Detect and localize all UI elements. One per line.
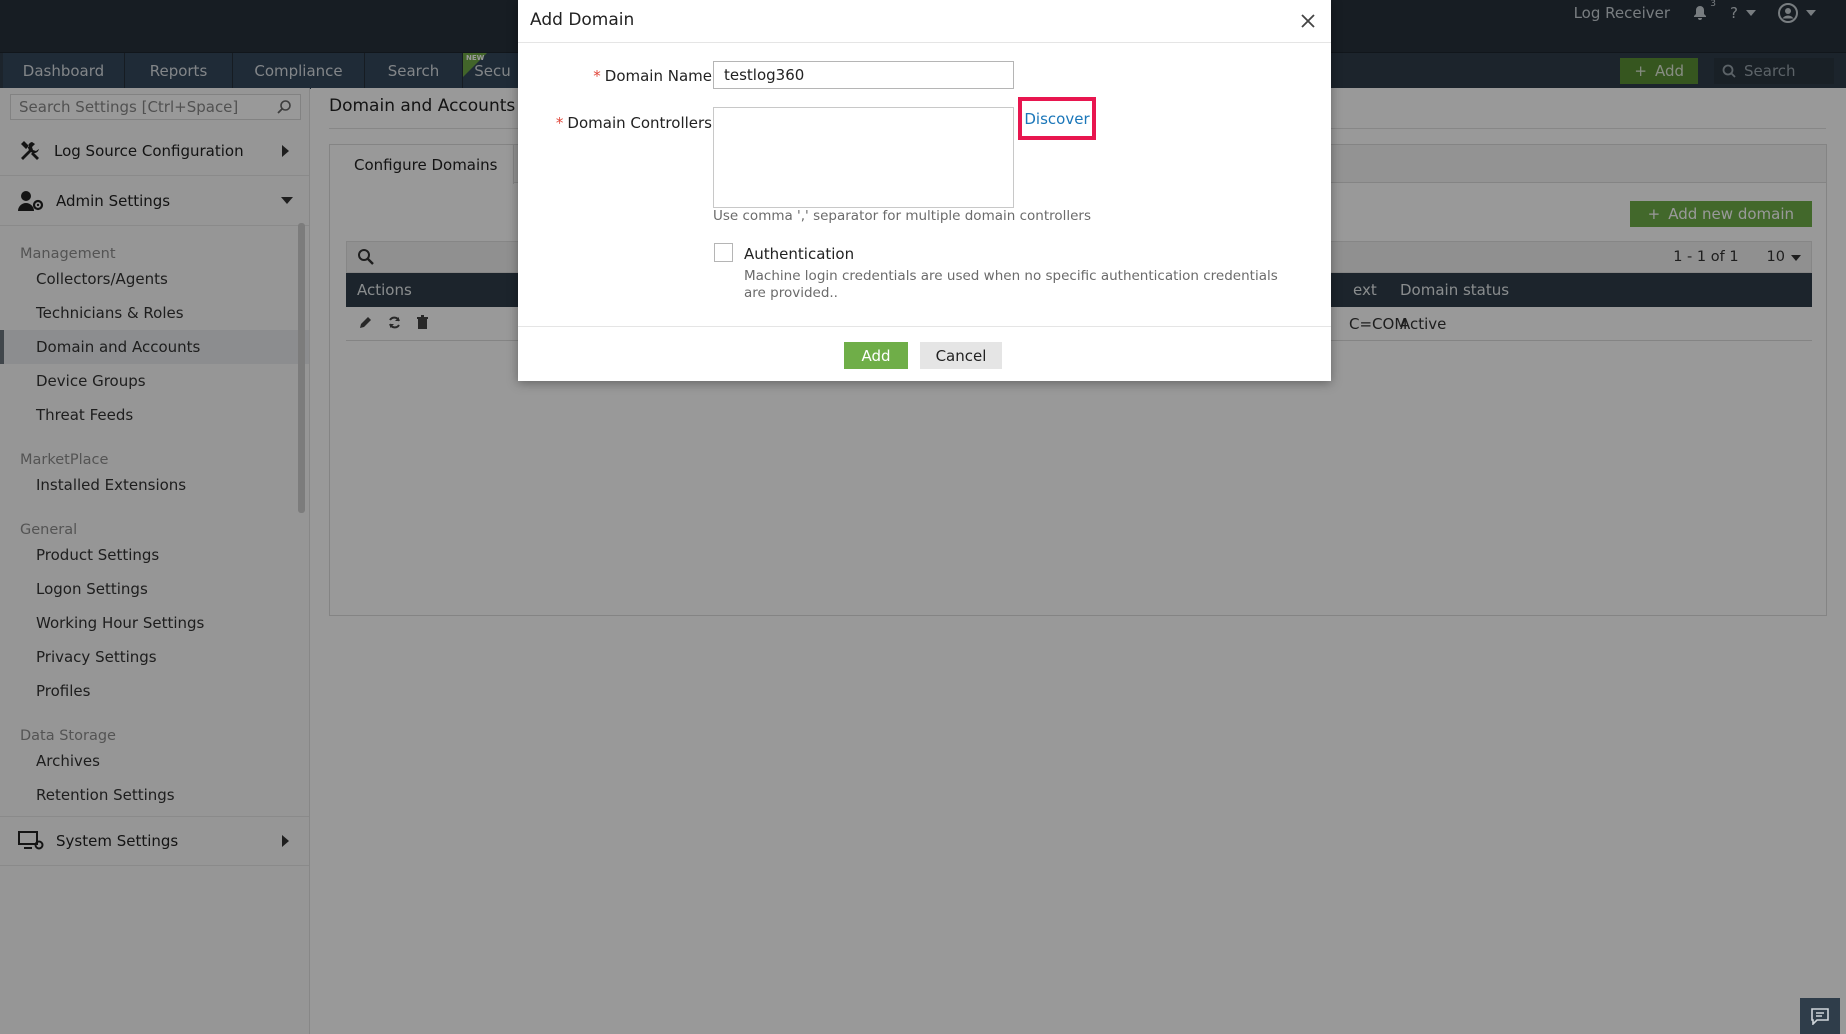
domain-controllers-label: * Domain Controllers <box>512 114 712 132</box>
chat-button[interactable] <box>1800 998 1840 1034</box>
domain-name-input[interactable] <box>713 61 1014 89</box>
domain-controllers-textarea[interactable] <box>713 107 1014 208</box>
add-domain-dialog: Add Domain *Domain Name *Domain Controll… <box>518 0 1331 381</box>
domain-name-label-text: Domain Name <box>604 67 712 85</box>
authentication-label[interactable]: Authentication <box>744 245 854 263</box>
required-marker: * <box>593 67 601 85</box>
close-icon[interactable] <box>1299 12 1317 30</box>
domain-controllers-label-text: Domain Controllers <box>567 114 712 132</box>
required-marker: * <box>555 114 564 132</box>
cancel-button[interactable]: Cancel <box>920 342 1002 369</box>
add-button[interactable]: Add <box>844 342 908 369</box>
dialog-title: Add Domain <box>530 10 635 30</box>
authentication-description: Machine login credentials are used when … <box>744 268 1278 301</box>
authentication-checkbox[interactable] <box>714 243 733 262</box>
chat-icon <box>1811 1008 1829 1025</box>
dialog-footer: Add Cancel <box>518 326 1331 381</box>
domain-controllers-hint: Use comma ',' separator for multiple dom… <box>713 208 1092 224</box>
discover-highlight: Discover <box>1018 97 1096 140</box>
domain-name-label: * Domain Name <box>512 67 712 85</box>
discover-link[interactable]: Discover <box>1024 110 1089 128</box>
dialog-header: Add Domain <box>518 0 1331 43</box>
